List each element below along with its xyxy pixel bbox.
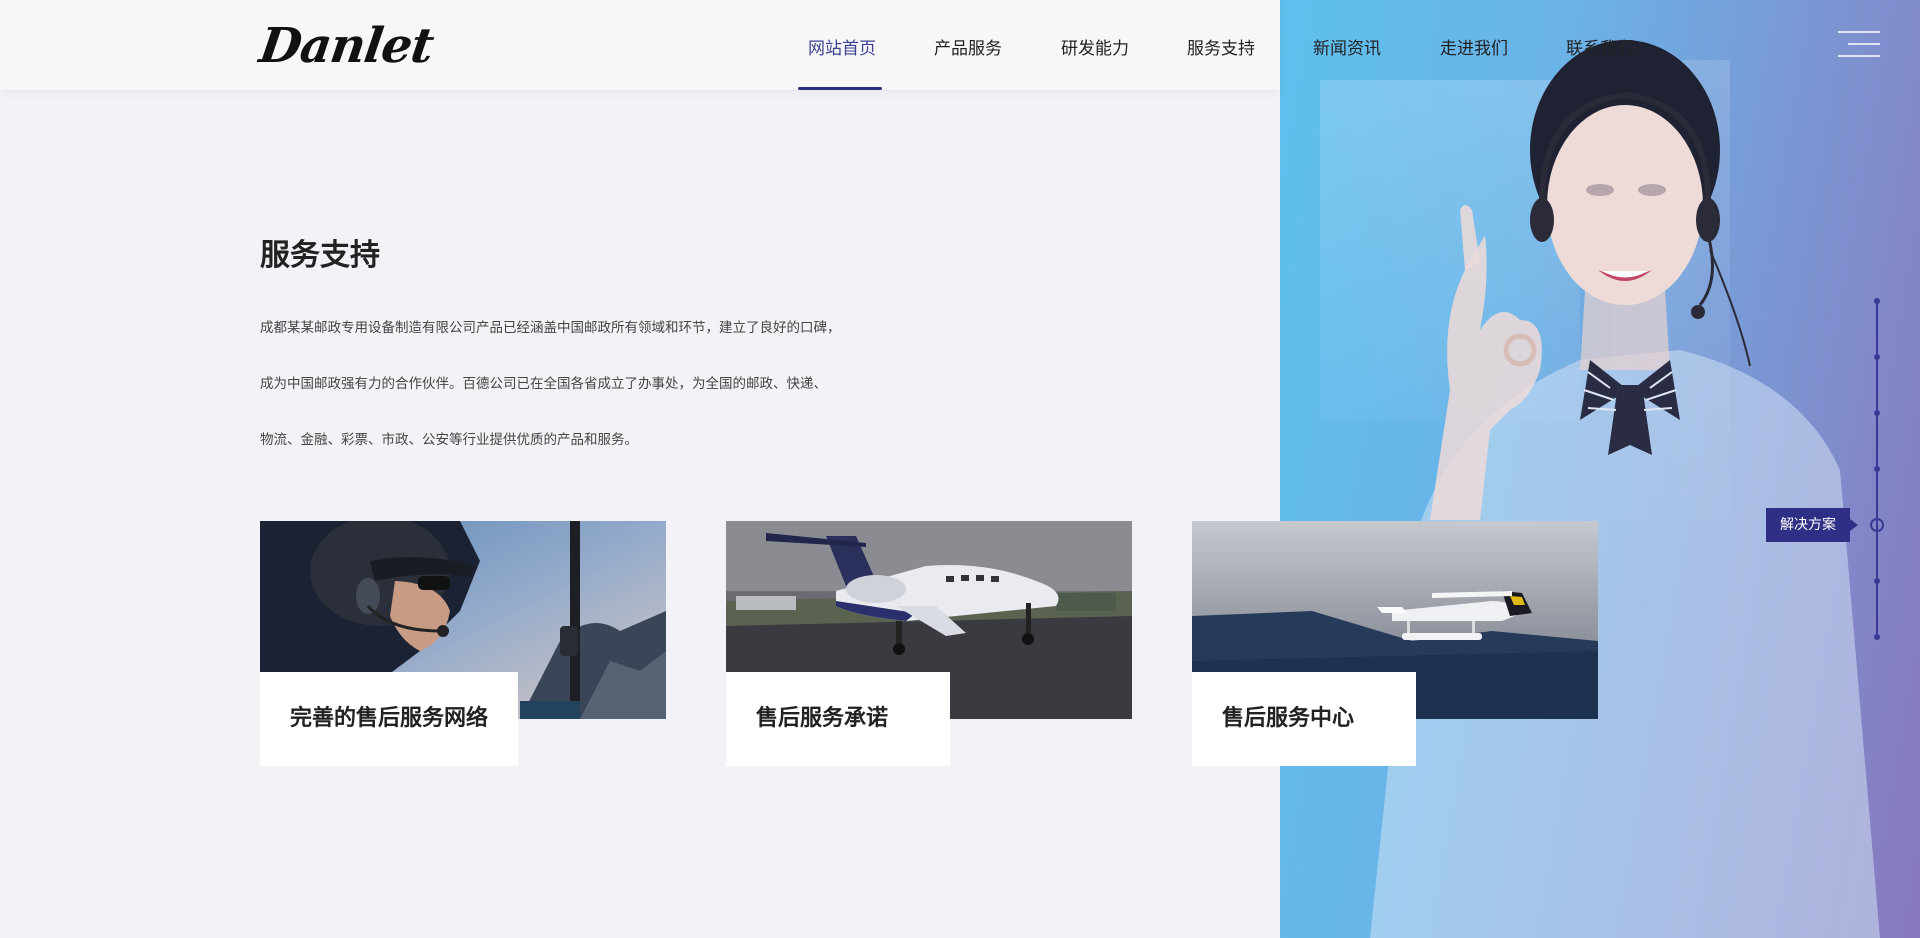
intro-paragraph-line: 成都某某邮政专用设备制造有限公司产品已经涵盖中国邮政所有领域和环节，建立了良好的…: [260, 320, 841, 336]
intro-paragraph-line: 物流、金融、彩票、市政、公安等行业提供优质的产品和服务。: [260, 432, 638, 448]
main-nav: 网站首页 产品服务 研发能力 服务支持 新闻资讯 走进我们 联系我们: [0, 0, 1920, 90]
timeline-dot[interactable]: [1874, 578, 1880, 584]
hamburger-menu-icon[interactable]: [1838, 30, 1880, 60]
card-label-service-promise[interactable]: 售后服务承诺: [726, 672, 950, 766]
timeline-dot[interactable]: [1874, 354, 1880, 360]
nav-item-news[interactable]: 新闻资讯: [1313, 34, 1381, 59]
card-label-service-center[interactable]: 售后服务中心: [1192, 672, 1416, 766]
nav-item-rnd[interactable]: 研发能力: [1061, 34, 1129, 59]
nav-item-about[interactable]: 走进我们: [1440, 34, 1508, 59]
timeline-dot[interactable]: [1874, 298, 1880, 304]
timeline-dot[interactable]: [1874, 466, 1880, 472]
nav-item-products[interactable]: 产品服务: [934, 34, 1002, 59]
customer-service-agent-illustration: [1370, 40, 1880, 938]
nav-item-home[interactable]: 网站首页: [808, 34, 876, 59]
timeline-dot[interactable]: [1874, 634, 1880, 640]
hero-image-panel: [1280, 0, 1920, 938]
card-label-service-network[interactable]: 完善的售后服务网络: [260, 672, 518, 766]
nav-item-contact[interactable]: 联系我们: [1566, 34, 1634, 59]
intro-paragraph-line: 成为中国邮政强有力的合作伙伴。百德公司已在全国各省成立了办事处，为全国的邮政、快…: [260, 376, 827, 392]
active-nav-indicator: [798, 87, 882, 90]
nav-item-support[interactable]: 服务支持: [1187, 34, 1255, 59]
section-title: 服务支持: [260, 238, 380, 273]
timeline-active-ring[interactable]: [1870, 518, 1884, 532]
timeline-dot[interactable]: [1874, 410, 1880, 416]
solution-tag[interactable]: 解决方案: [1766, 508, 1858, 542]
